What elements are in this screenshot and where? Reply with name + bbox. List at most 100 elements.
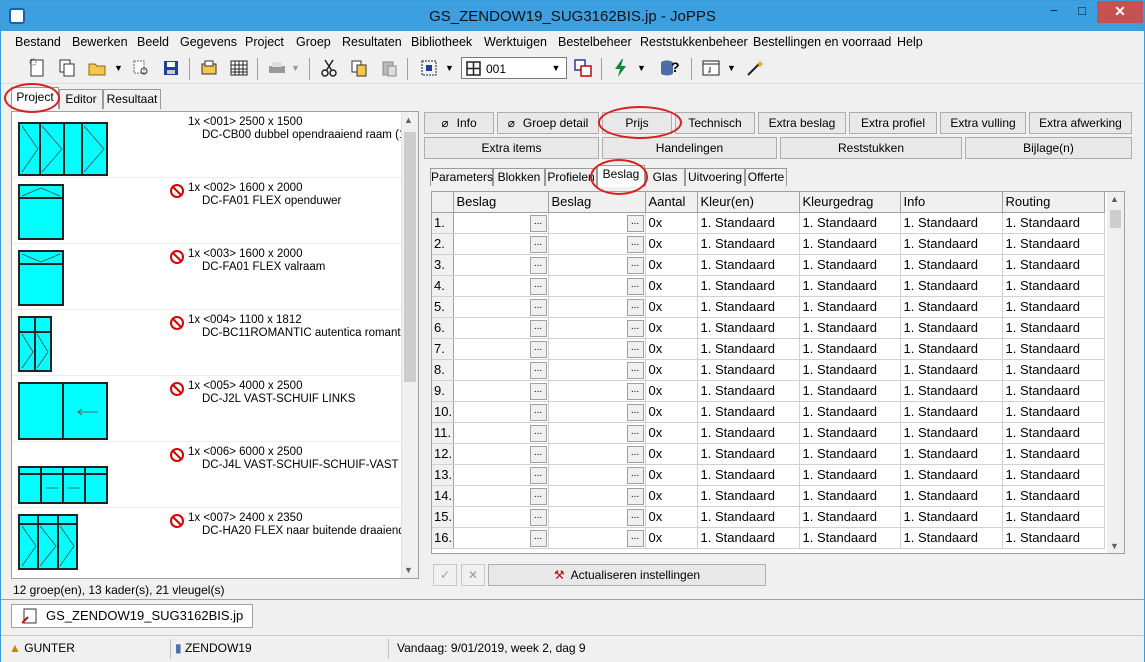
browse-button[interactable]: ... [529, 508, 547, 526]
copy-icon[interactable] [349, 58, 369, 78]
menu-bestellingen-voorraad[interactable]: Bestellingen en voorraad [753, 35, 891, 49]
routing-cell[interactable]: 1. Standaard [1002, 464, 1105, 486]
column-header-kleurgedrag[interactable]: Kleurgedrag [799, 192, 901, 213]
tab-blokken[interactable]: Blokken [493, 168, 545, 186]
kleurgedrag-cell[interactable]: 1. Standaard [799, 485, 901, 507]
kleurgedrag-cell[interactable]: 1. Standaard [799, 443, 901, 465]
table-row[interactable]: 13....... 0x 1. Standaard 1. Standaard 1. St… [432, 464, 1105, 486]
table-row[interactable]: 5....... 0x 1. Standaard 1. Standaard 1. Sta… [432, 296, 1105, 318]
menu-gegevens[interactable]: Gegevens [180, 35, 237, 49]
grid-table-icon[interactable] [229, 58, 249, 78]
minimize-button[interactable]: − [1039, 1, 1069, 23]
browse-button[interactable]: ... [626, 340, 644, 358]
beslag-cell-1[interactable]: ... [453, 317, 549, 339]
list-scrollbar[interactable]: ▲ ▼ [401, 112, 418, 578]
aantal-cell[interactable]: 0x [645, 527, 698, 549]
kleurgedrag-cell[interactable]: 1. Standaard [799, 338, 901, 360]
kleurgedrag-cell[interactable]: 1. Standaard [799, 422, 901, 444]
row-number[interactable]: 1. [432, 212, 454, 234]
row-number[interactable]: 14. [432, 485, 454, 507]
browse-button[interactable]: ... [626, 277, 644, 295]
info-cell[interactable]: 1. Standaard [900, 212, 1003, 234]
browse-button[interactable]: ... [626, 298, 644, 316]
beslag-cell-1[interactable]: ... [453, 296, 549, 318]
print-dropdown-icon[interactable]: ▼ [291, 63, 311, 83]
browse-button[interactable]: ... [626, 445, 644, 463]
browse-button[interactable]: ... [529, 256, 547, 274]
kleur-cell[interactable]: 1. Standaard [697, 485, 800, 507]
browse-button[interactable]: ... [529, 319, 547, 337]
routing-cell[interactable]: 1. Standaard [1002, 506, 1105, 528]
table-row[interactable]: 15....... 0x 1. Standaard 1. Standaard 1. St… [432, 506, 1105, 528]
lightning-icon[interactable] [611, 58, 631, 78]
browse-button[interactable]: ... [529, 445, 547, 463]
lightning-dropdown-icon[interactable]: ▼ [637, 63, 657, 83]
aantal-cell[interactable]: 0x [645, 338, 698, 360]
beslag-cell-2[interactable]: ... [548, 485, 646, 507]
row-number[interactable]: 9. [432, 380, 454, 402]
tab-profielen[interactable]: Profielen [545, 168, 597, 186]
info-cell[interactable]: 1. Standaard [900, 464, 1003, 486]
kleurgedrag-cell[interactable]: 1. Standaard [799, 359, 901, 381]
routing-cell[interactable]: 1. Standaard [1002, 401, 1105, 423]
browse-button[interactable]: ... [626, 466, 644, 484]
menu-help[interactable]: Help [897, 35, 923, 49]
list-item[interactable]: 1x <005> 4000 x 2500 DC-J2L VAST-SCHUIF … [12, 376, 403, 442]
beslag-cell-2[interactable]: ... [548, 401, 646, 423]
kleur-cell[interactable]: 1. Standaard [697, 380, 800, 402]
browse-button[interactable]: ... [626, 403, 644, 421]
new-icon[interactable] [27, 58, 47, 78]
search-files-icon[interactable] [131, 58, 151, 78]
aantal-cell[interactable]: 0x [645, 359, 698, 381]
close-button[interactable]: ✕ [1097, 1, 1143, 23]
routing-cell[interactable]: 1. Standaard [1002, 485, 1105, 507]
row-number[interactable]: 11. [432, 422, 454, 444]
scroll-down-icon[interactable]: ▼ [1110, 541, 1119, 551]
table-row[interactable]: 11....... 0x 1. Standaard 1. Standaard 1. St… [432, 422, 1105, 444]
info-cell[interactable]: 1. Standaard [900, 506, 1003, 528]
beslag-cell-2[interactable]: ... [548, 527, 646, 549]
chevron-down-icon[interactable]: ▼ [548, 60, 564, 76]
menu-groep[interactable]: Groep [296, 35, 331, 49]
kleur-cell[interactable]: 1. Standaard [697, 233, 800, 255]
browse-button[interactable]: ... [626, 256, 644, 274]
aantal-cell[interactable]: 0x [645, 401, 698, 423]
table-row[interactable]: 6....... 0x 1. Standaard 1. Standaard 1. Sta… [432, 317, 1105, 339]
beslag-cell-2[interactable]: ... [548, 317, 646, 339]
beslag-cell-1[interactable]: ... [453, 380, 549, 402]
aantal-cell[interactable]: 0x [645, 317, 698, 339]
table-row[interactable]: 16....... 0x 1. Standaard 1. Standaard 1. St… [432, 527, 1105, 549]
row-number[interactable]: 16. [432, 527, 454, 549]
grid-scrollbar[interactable]: ▲ ▼ [1107, 192, 1124, 553]
report-dropdown-icon[interactable]: ▼ [727, 63, 747, 83]
row-number[interactable]: 10. [432, 401, 454, 423]
table-row[interactable]: 3....... 0x 1. Standaard 1. Standaard 1. Sta… [432, 254, 1105, 276]
scroll-up-icon[interactable]: ▲ [1110, 194, 1119, 204]
apply-button[interactable]: ✓ [433, 564, 457, 586]
handelingen-button[interactable]: Handelingen [602, 137, 777, 159]
cut-icon[interactable] [319, 58, 339, 78]
help-question-icon[interactable]: ? [671, 59, 691, 79]
scroll-up-icon[interactable]: ▲ [404, 115, 413, 125]
magic-wand-icon[interactable] [745, 58, 765, 78]
bijlagen-button[interactable]: Bijlage(n) [965, 137, 1132, 159]
beslag-cell-2[interactable]: ... [548, 506, 646, 528]
list-item[interactable]: 1x <006> 6000 x 2500 DC-J4L VAST-SCHUIF-… [12, 442, 403, 508]
extra-beslag-button[interactable]: Extra beslag [758, 112, 846, 134]
browse-button[interactable]: ... [529, 529, 547, 547]
beslag-cell-1[interactable]: ... [453, 443, 549, 465]
menu-resultaten[interactable]: Resultaten [342, 35, 402, 49]
info-button[interactable]: ⌀ Info [424, 112, 494, 134]
tab-editor[interactable]: Editor [59, 89, 103, 109]
browse-button[interactable]: ... [529, 361, 547, 379]
beslag-grid[interactable]: Beslag Beslag Aantal Kleur(en) Kleurgedr… [431, 191, 1125, 554]
report-icon[interactable] [701, 58, 721, 78]
info-cell[interactable]: 1. Standaard [900, 443, 1003, 465]
kleur-cell[interactable]: 1. Standaard [697, 275, 800, 297]
routing-cell[interactable]: 1. Standaard [1002, 317, 1105, 339]
menu-bestelbeheer[interactable]: Bestelbeheer [558, 35, 632, 49]
tab-parameters[interactable]: Parameters [430, 168, 493, 186]
table-row[interactable]: 9....... 0x 1. Standaard 1. Standaard 1. Sta… [432, 380, 1105, 402]
menu-werktuigen[interactable]: Werktuigen [484, 35, 547, 49]
kleurgedrag-cell[interactable]: 1. Standaard [799, 212, 901, 234]
